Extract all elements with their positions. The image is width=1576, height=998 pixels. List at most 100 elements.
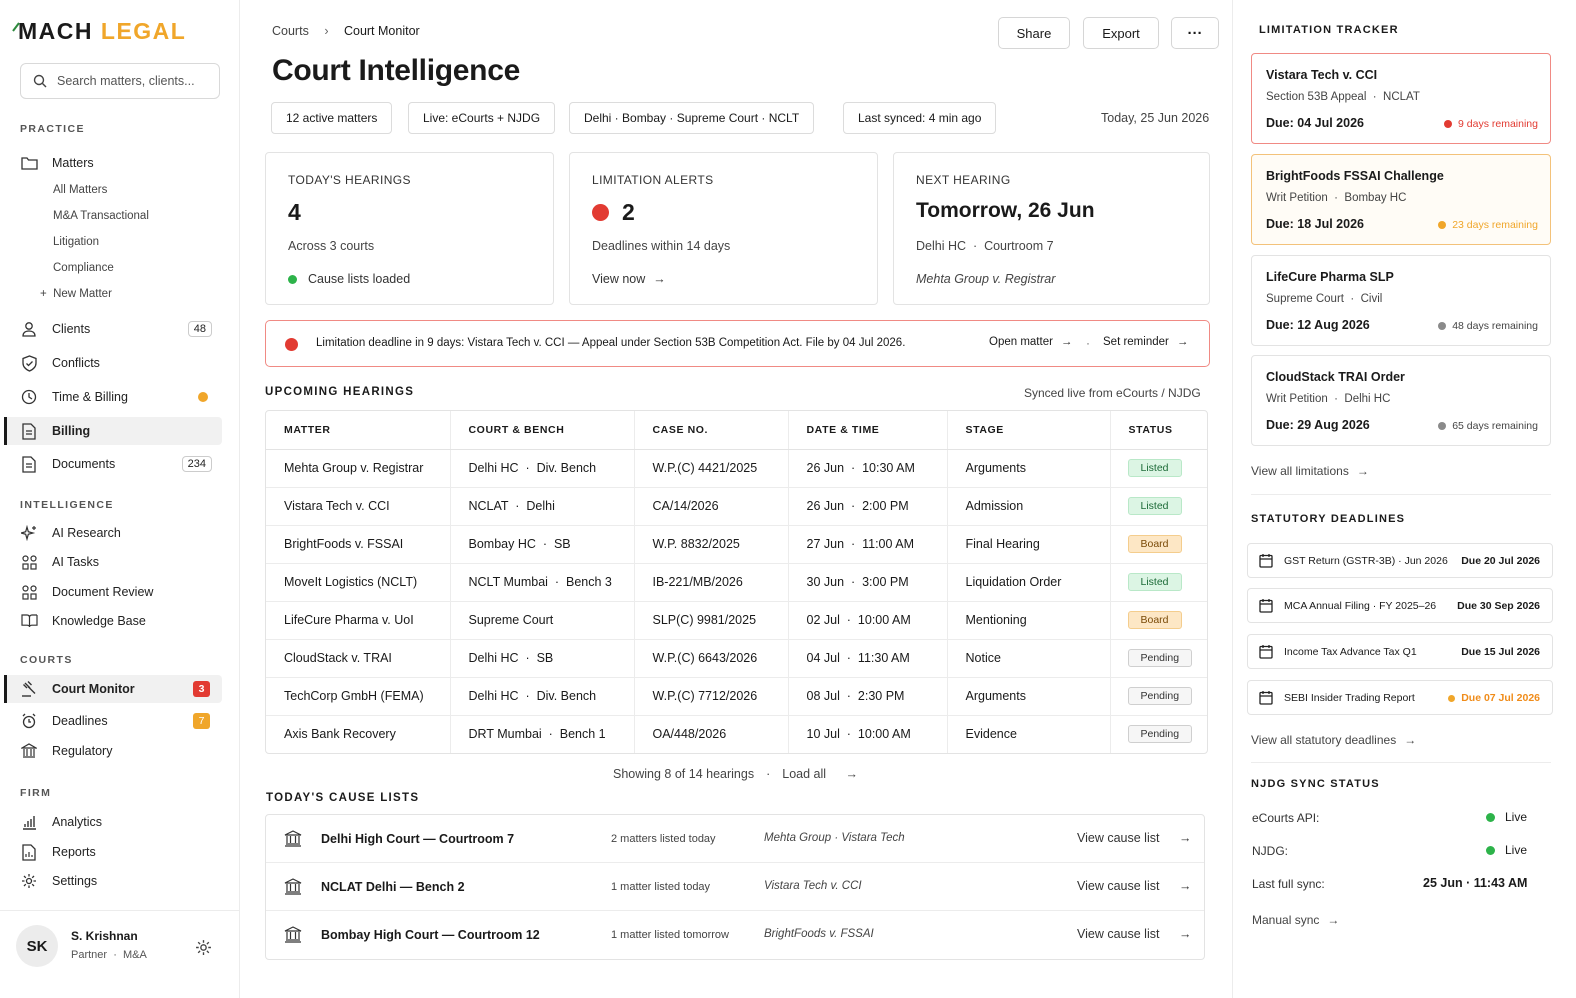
limitation-card[interactable]: CloudStack TRAI Order Writ Petition · Del… <box>1251 355 1551 446</box>
limitation-card[interactable]: LifeCure Pharma SLP Supreme Court · Civil… <box>1251 255 1551 346</box>
column-header[interactable]: COURT & BENCH <box>450 411 635 450</box>
nav-conflicts[interactable]: Conflicts <box>4 349 222 377</box>
sub-all-matters[interactable]: All Matters <box>53 184 107 196</box>
table-row[interactable]: Mehta Group v. Registrar Delhi HC · Div. … <box>266 449 1207 488</box>
nav-clients[interactable]: Clients 48 <box>4 315 222 343</box>
card-subtitle: Deadlines within 14 days <box>592 239 731 253</box>
cell-case-no: W.P.(C) 4421/2025 <box>634 449 789 488</box>
view-all-limitations-link[interactable]: View all limitations → <box>1251 464 1369 478</box>
status-dot <box>1486 845 1495 855</box>
cause-list-row[interactable]: Delhi High Court — Courtroom 7 2 matters … <box>266 815 1204 863</box>
cell-matter[interactable]: TechCorp GmbH (FEMA) <box>266 677 451 716</box>
brand-part1: MACH <box>18 18 93 44</box>
page-title: Court Intelligence <box>272 54 520 87</box>
nav-analytics[interactable]: Analytics <box>4 808 222 836</box>
pill-active-matters: 12 active matters <box>271 102 393 134</box>
table-row[interactable]: Axis Bank Recovery DRT Mumbai · Bench 1 OA… <box>266 715 1207 753</box>
statutory-deadline-row[interactable]: MCA Annual Filing · FY 2025–26 Due 30 Sep… <box>1247 588 1553 623</box>
nav-matters[interactable]: Matters <box>4 149 222 177</box>
next-hearing-card[interactable]: NEXT HEARING Tomorrow, 26 Jun Delhi HC ·… <box>893 152 1210 305</box>
cell-stage: Final Hearing <box>947 525 1111 564</box>
court: NCLAT <box>468 499 509 513</box>
more-button[interactable]: ··· <box>1171 17 1219 49</box>
limitation-meta: Writ Petition · Delhi HC <box>1266 393 1391 405</box>
statutory-deadline-row[interactable]: Income Tax Advance Tax Q1 Due 15 Jul 2026 <box>1247 634 1553 669</box>
nav-billing[interactable]: Billing <box>4 417 222 445</box>
load-all-link[interactable]: Load all → <box>782 767 858 781</box>
brand-logo[interactable]: MACH LEGAL <box>12 18 186 45</box>
column-header[interactable]: MATTER <box>266 411 451 450</box>
sub-litigation[interactable]: Litigation <box>53 236 99 248</box>
separator-dot: · <box>839 689 858 703</box>
user-profile[interactable]: SK S. Krishnan Partner · M&A <box>0 910 240 998</box>
view-cause-list-link[interactable]: View cause list → <box>1077 831 1191 845</box>
open-matter-link[interactable]: Open matter → <box>989 336 1072 348</box>
limitation-meta2: Bombay HC <box>1344 192 1407 204</box>
view-cause-list-link[interactable]: View cause list → <box>1077 879 1191 893</box>
nav-document-review[interactable]: Document Review <box>4 578 222 606</box>
table-row[interactable]: MoveIt Logistics (NCLT) NCLT Mumbai · Ben… <box>266 563 1207 602</box>
nav-settings[interactable]: Settings <box>4 867 222 895</box>
nav-deadlines[interactable]: Deadlines 7 <box>4 707 222 735</box>
column-header[interactable]: STATUS <box>1110 411 1207 450</box>
table-row[interactable]: CloudStack v. TRAI Delhi HC · SB W.P.(C) 6… <box>266 639 1207 678</box>
limitation-alerts-card[interactable]: LIMITATION ALERTS 2 Deadlines within 14 … <box>569 152 878 305</box>
cell-matter[interactable]: LifeCure Pharma v. UoI <box>266 601 451 640</box>
book-icon <box>20 612 38 630</box>
cell-matter[interactable]: MoveIt Logistics (NCLT) <box>266 563 451 602</box>
cell-matter[interactable]: Vistara Tech v. CCI <box>266 487 451 526</box>
table-row[interactable]: BrightFoods v. FSSAI Bombay HC · SB W.P. 8… <box>266 525 1207 564</box>
nav-ai-research[interactable]: AI Research <box>4 519 222 547</box>
table-row[interactable]: LifeCure Pharma v. UoI Supreme Court SLP(C… <box>266 601 1207 640</box>
cell-matter[interactable]: Mehta Group v. Registrar <box>266 449 451 488</box>
breadcrumb-parent[interactable]: Courts <box>272 24 309 38</box>
cell-matter[interactable]: Axis Bank Recovery <box>266 715 451 753</box>
nav-documents[interactable]: Documents 234 <box>4 450 222 478</box>
sub-new-matter[interactable]: + New Matter <box>40 288 112 300</box>
cause-list-row[interactable]: Bombay High Court — Courtroom 12 1 matter… <box>266 911 1204 959</box>
cell-matter[interactable]: BrightFoods v. FSSAI <box>266 525 451 564</box>
column-header[interactable]: DATE & TIME <box>788 411 948 450</box>
statutory-deadline-row[interactable]: SEBI Insider Trading Report Due 07 Jul 20… <box>1247 680 1553 715</box>
column-header[interactable]: STAGE <box>947 411 1111 450</box>
nav-knowledge-base[interactable]: Knowledge Base <box>4 607 222 635</box>
nav-ai-tasks[interactable]: AI Tasks <box>4 548 222 576</box>
cell-stage: Evidence <box>947 715 1111 753</box>
user-settings-icon[interactable] <box>195 939 212 959</box>
set-reminder-link[interactable]: Set reminder → <box>1103 336 1188 348</box>
sub-ma-transactional[interactable]: M&A Transactional <box>53 210 149 222</box>
limitation-meta2: Civil <box>1360 293 1383 305</box>
search-input[interactable]: Search matters, clients... <box>20 63 220 99</box>
nav-reports[interactable]: Reports <box>4 838 222 866</box>
manual-sync-link[interactable]: Manual sync → <box>1252 913 1339 927</box>
export-button[interactable]: Export <box>1083 17 1159 49</box>
limitation-card[interactable]: BrightFoods FSSAI Challenge Writ Petition… <box>1251 154 1551 245</box>
cell-stage: Liquidation Order <box>947 563 1111 602</box>
view-all-statutory-link[interactable]: View all statutory deadlines → <box>1251 733 1416 747</box>
cause-lists-heading: TODAY'S CAUSE LISTS <box>266 792 420 804</box>
avatar: SK <box>16 925 58 967</box>
cell-matter[interactable]: CloudStack v. TRAI <box>266 639 451 678</box>
todays-hearings-card[interactable]: TODAY'S HEARINGS 4 Across 3 courts Cause… <box>265 152 554 305</box>
share-button[interactable]: Share <box>998 17 1070 49</box>
nav-time-billing[interactable]: Time & Billing <box>4 383 222 411</box>
column-header[interactable]: CASE NO. <box>634 411 789 450</box>
separator-dot: · <box>1086 336 1090 350</box>
view-now-link[interactable]: View now → <box>592 272 666 286</box>
cell-stage: Admission <box>947 487 1111 526</box>
table-row[interactable]: Vistara Tech v. CCI NCLAT · Delhi CA/14/20… <box>266 487 1207 526</box>
nav-regulatory[interactable]: Regulatory <box>4 737 222 765</box>
clients-count: 48 <box>187 321 212 337</box>
table-row[interactable]: TechCorp GmbH (FEMA) Delhi HC · Div. Benc… <box>266 677 1207 716</box>
nav-court-monitor[interactable]: Court Monitor 3 <box>4 675 222 703</box>
alert-text: Limitation deadline in 9 days: Vistara T… <box>316 337 906 349</box>
cause-count: 2 matters listed today <box>611 833 716 845</box>
cause-list-row[interactable]: NCLAT Delhi — Bench 2 1 matter listed tod… <box>266 863 1204 911</box>
nav-document-review-label: Document Review <box>52 585 154 599</box>
arrow-right-icon: → <box>1178 927 1192 941</box>
statutory-deadline-row[interactable]: GST Return (GSTR-3B) · Jun 2026 Due 20 Ju… <box>1247 543 1553 578</box>
limitation-card[interactable]: Vistara Tech v. CCI Section 53B Appeal · … <box>1251 53 1551 144</box>
view-cause-list-link[interactable]: View cause list → <box>1077 927 1191 941</box>
sub-compliance[interactable]: Compliance <box>53 262 114 274</box>
cell-case-no: SLP(C) 9981/2025 <box>634 601 789 640</box>
